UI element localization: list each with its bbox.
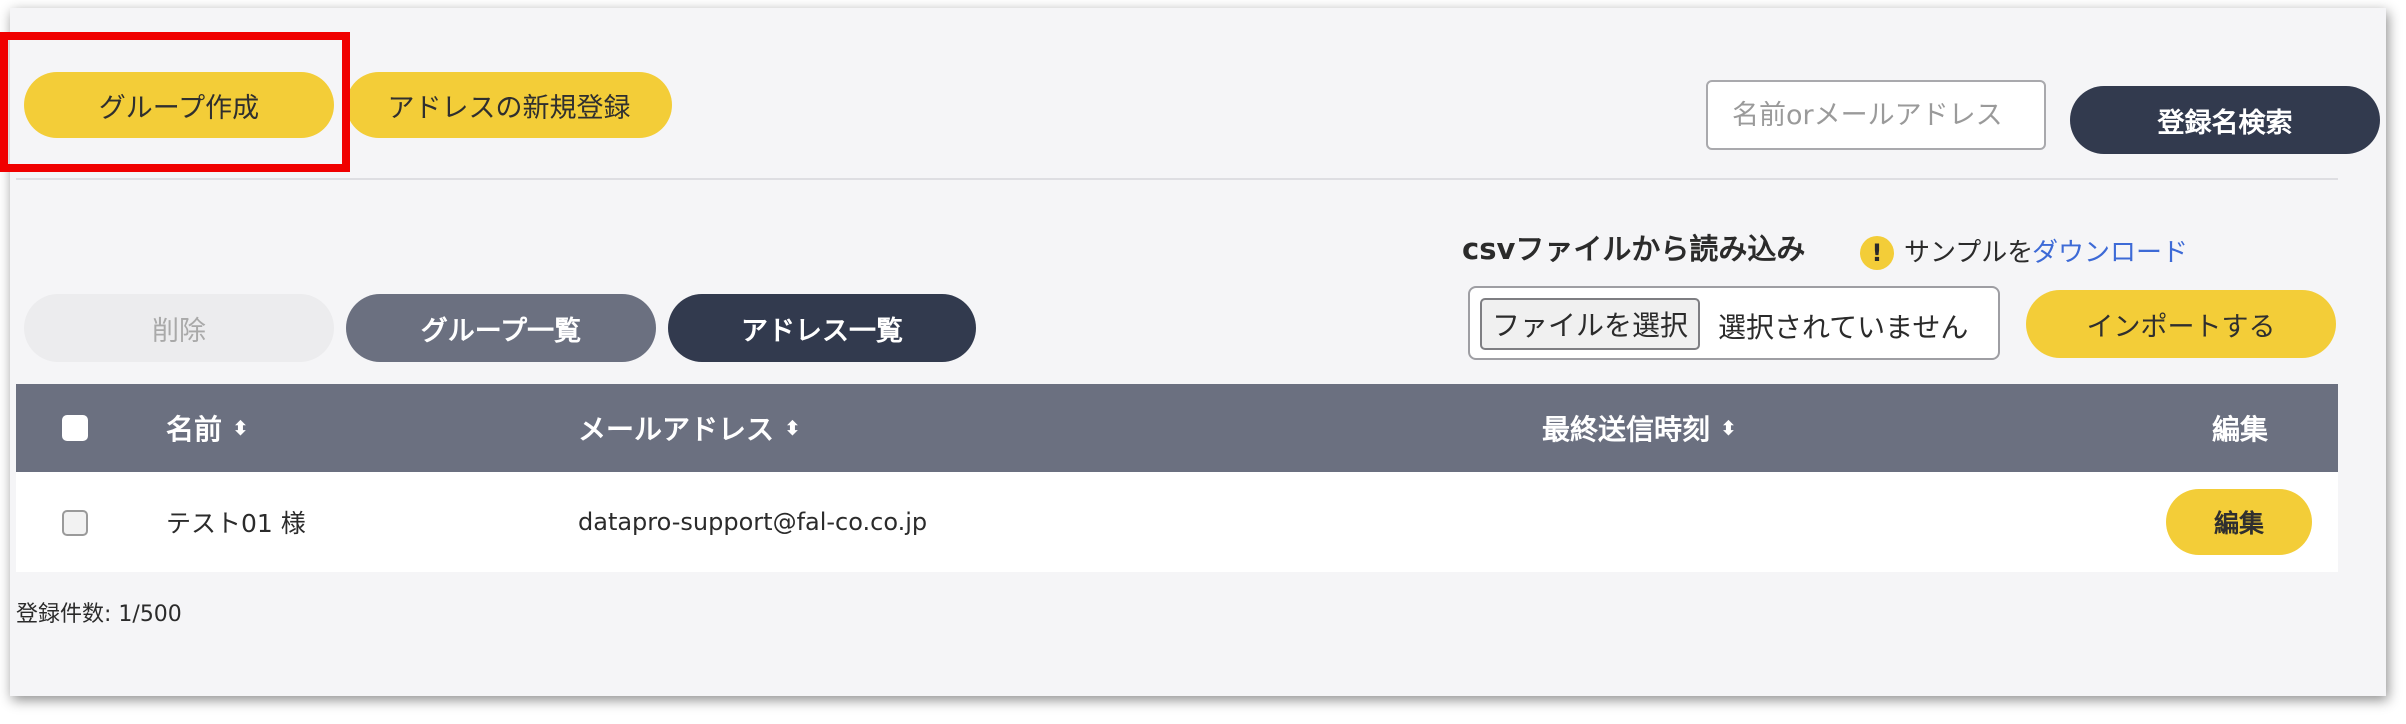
address-list-button[interactable]: アドレス一覧 xyxy=(668,294,976,362)
section-divider xyxy=(16,178,2338,180)
highlight-box xyxy=(0,32,350,172)
sample-text: サンプルを xyxy=(1904,238,2034,268)
row-edit-button[interactable]: 編集 xyxy=(2166,489,2312,555)
warning-icon: ! xyxy=(1860,236,1894,270)
column-header-email[interactable]: メールアドレス ⬍ xyxy=(578,384,801,472)
sample-download-link[interactable]: ダウンロード xyxy=(2032,232,2188,269)
row-name: テスト01 様 xyxy=(166,509,306,538)
column-last-sent-label: 最終送信時刻 xyxy=(1542,413,1711,446)
registration-count: 登録件数: 1/500 xyxy=(16,602,182,627)
csv-import-title: csvファイルから読み込み xyxy=(1462,232,1806,266)
row-checkbox[interactable] xyxy=(62,510,88,536)
register-address-button[interactable]: アドレスの新規登録 xyxy=(346,72,672,138)
choose-file-button[interactable]: ファイルを選択 xyxy=(1480,298,1701,350)
column-email-label: メールアドレス xyxy=(578,413,775,446)
column-name-label: 名前 xyxy=(166,413,223,446)
column-header-last-sent[interactable]: 最終送信時刻 ⬍ xyxy=(1542,384,1737,472)
column-header-edit: 編集 xyxy=(2212,384,2268,472)
file-status-text: 選択されていません xyxy=(1718,311,1969,344)
group-list-button[interactable]: グループ一覧 xyxy=(346,294,656,362)
column-edit-label: 編集 xyxy=(2212,413,2269,446)
sort-icon[interactable]: ⬍ xyxy=(232,418,249,438)
search-button[interactable]: 登録名検索 xyxy=(2070,86,2380,154)
table-header: 名前 ⬍ メールアドレス ⬍ 最終送信時刻 ⬍ 編集 xyxy=(16,384,2338,472)
select-all-checkbox[interactable] xyxy=(62,415,88,441)
sort-icon[interactable]: ⬍ xyxy=(784,418,801,438)
search-input[interactable] xyxy=(1706,80,2046,150)
table-row: テスト01 様 datapro-support@fal-co.co.jp 編集 xyxy=(16,472,2338,572)
sort-icon[interactable]: ⬍ xyxy=(1720,418,1737,438)
row-email: datapro-support@fal-co.co.jp xyxy=(578,508,928,536)
delete-button[interactable]: 削除 xyxy=(24,294,334,362)
column-header-name[interactable]: 名前 ⬍ xyxy=(166,384,249,472)
file-input[interactable]: ファイルを選択 選択されていません xyxy=(1468,286,2000,360)
import-button[interactable]: インポートする xyxy=(2026,290,2336,358)
